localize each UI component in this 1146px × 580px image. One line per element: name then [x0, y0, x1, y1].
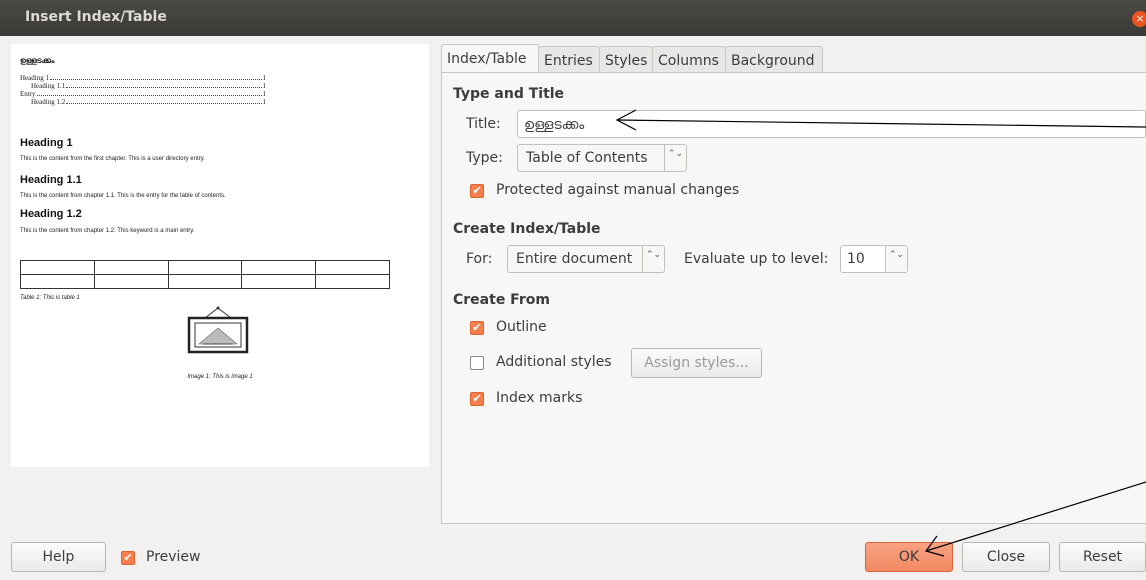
outline-label: Outline — [496, 319, 547, 335]
type-dropdown-value: Table of Contents — [526, 150, 648, 166]
outline-checkbox[interactable]: ✔ — [470, 321, 484, 335]
section-type-and-title: Type and Title — [453, 86, 565, 102]
level-label: Evaluate up to level: — [684, 251, 829, 267]
preview-paragraph: This is the content from the first chapt… — [20, 156, 205, 162]
toc-entry-text: Heading 1 — [20, 74, 49, 82]
section-create-index: Create Index/Table — [453, 221, 601, 237]
toc-entry-page: 1 — [262, 82, 267, 90]
toc-entry-page: 1 — [262, 74, 267, 82]
title-label: Title: — [466, 116, 501, 132]
level-value: 10 — [847, 251, 865, 267]
toc-entry-page: 1 — [262, 98, 267, 106]
additional-styles-checkbox[interactable] — [470, 356, 484, 370]
tab-background[interactable]: Background — [725, 46, 823, 74]
protected-label: Protected against manual changes — [496, 182, 740, 198]
assign-styles-button[interactable]: Assign styles... — [631, 348, 762, 378]
tab-entries[interactable]: Entries — [538, 46, 600, 74]
preview-label: Preview — [146, 549, 201, 565]
title-input[interactable]: ഉള്ളടക്കം — [517, 110, 1146, 138]
protected-checkbox[interactable]: ✔ — [470, 184, 484, 198]
toc-entry-text: Entry — [20, 90, 36, 98]
preview-heading: Heading 1 — [20, 137, 73, 149]
preview-paragraph: This is the content from chapter 1.2. Th… — [20, 228, 195, 234]
level-spinbox[interactable]: 10 ⌃⌄ — [840, 245, 908, 273]
preview-toc-row: Heading 1.1 1 — [31, 82, 266, 90]
toc-entry-page: 1 — [262, 90, 267, 98]
toc-entry-text: Heading 1.1 — [31, 82, 66, 90]
for-dropdown[interactable]: Entire document ⌃⌄ — [507, 245, 665, 273]
preview-table — [20, 260, 390, 289]
framed-picture-icon — [187, 306, 249, 354]
additional-styles-label: Additional styles — [496, 354, 612, 370]
dialog-title: Insert Index/Table — [25, 9, 167, 25]
for-dropdown-value: Entire document — [516, 251, 633, 267]
preview-toc-title: ഉള്ളടക്കം — [20, 56, 55, 65]
close-window-icon[interactable]: × — [1132, 11, 1146, 27]
index-marks-checkbox[interactable]: ✔ — [470, 392, 484, 406]
preview-image-caption: Image 1: This is image 1 — [187, 374, 253, 380]
document-preview: ഉള്ളടക്കം Heading 1 1 Heading 1.1 1 Entry 1… — [11, 44, 429, 467]
preview-paragraph: This is the content from chapter 1.1. Th… — [20, 193, 226, 199]
preview-heading: Heading 1.2 — [20, 208, 82, 220]
preview-heading: Heading 1.1 — [20, 174, 82, 186]
toc-entry-text: Heading 1.2 — [31, 98, 66, 106]
reset-button[interactable]: Reset — [1059, 542, 1146, 572]
chevron-updown-icon: ⌃⌄ — [664, 145, 686, 171]
spin-arrows-icon[interactable]: ⌃⌄ — [885, 246, 907, 272]
chevron-updown-icon: ⌃⌄ — [642, 246, 664, 272]
help-button[interactable]: Help — [11, 542, 106, 572]
tab-index-table[interactable]: Index/Table — [441, 44, 539, 74]
preview-checkbox[interactable]: ✔ — [121, 551, 135, 565]
tab-styles[interactable]: Styles — [599, 46, 653, 74]
index-marks-label: Index marks — [496, 390, 583, 406]
preview-toc-row: Heading 1 1 — [20, 74, 266, 82]
section-create-from: Create From — [453, 292, 550, 308]
type-label: Type: — [466, 150, 503, 166]
for-label: For: — [466, 251, 493, 267]
tab-columns[interactable]: Columns — [652, 46, 726, 74]
preview-table-caption: Table 1: This is table 1 — [20, 295, 80, 301]
preview-toc-row: Heading 1.2 1 — [31, 98, 266, 106]
preview-toc-row: Entry 1 — [20, 90, 266, 98]
close-button[interactable]: Close — [962, 542, 1050, 572]
ok-button[interactable]: OK — [865, 542, 953, 572]
dialog-titlebar: Insert Index/Table × — [0, 0, 1146, 36]
type-dropdown[interactable]: Table of Contents ⌃⌄ — [517, 144, 687, 172]
